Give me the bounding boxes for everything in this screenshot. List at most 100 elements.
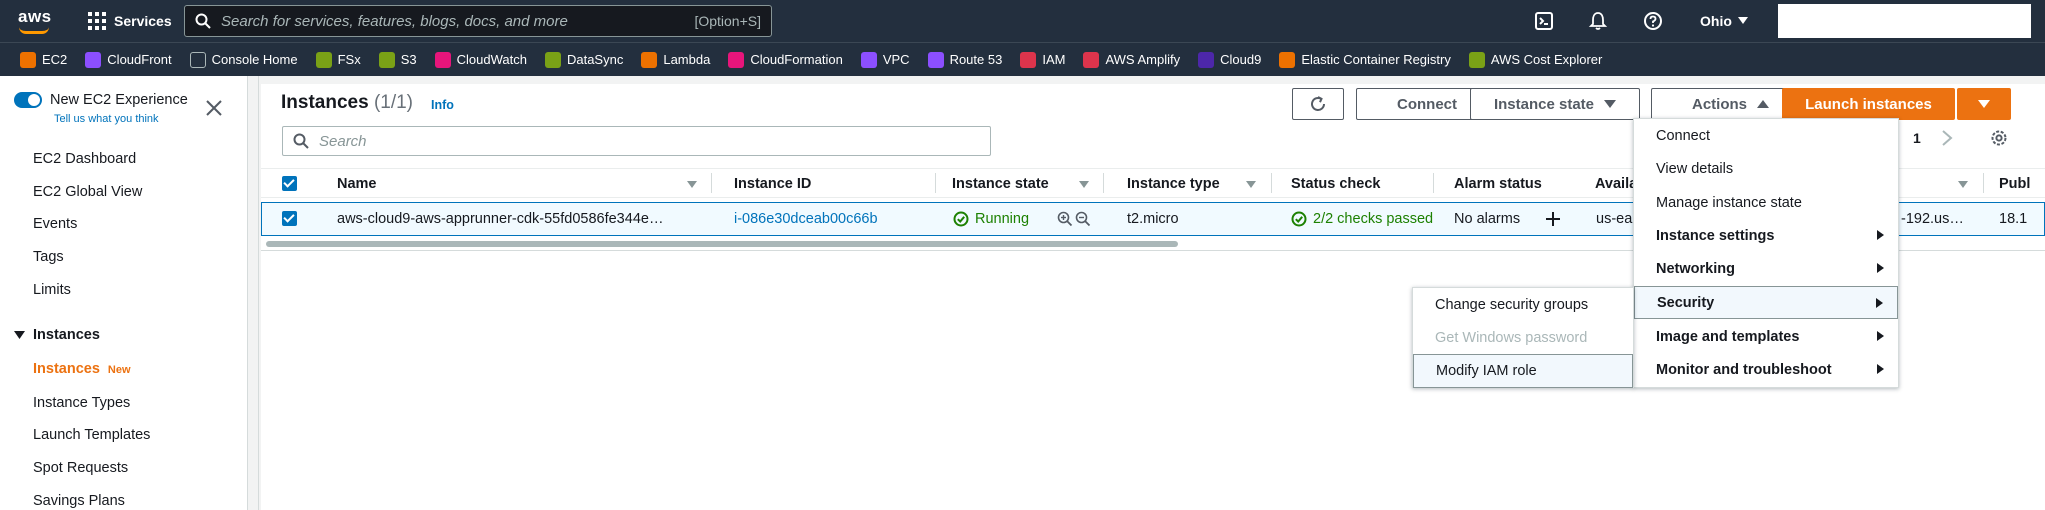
caret-up-icon (1757, 99, 1769, 108)
column-header-instance-type[interactable]: Instance type (1127, 176, 1220, 192)
favorite-amplify[interactable]: AWS Amplify (1083, 51, 1180, 68)
menu-item-label: Instance settings (1656, 227, 1775, 244)
column-header-status-check[interactable]: Status check (1291, 176, 1380, 192)
sidebar-item-limits[interactable]: Limits (33, 282, 71, 298)
column-header-alarm-status[interactable]: Alarm status (1454, 176, 1542, 192)
column-divider[interactable] (935, 173, 936, 193)
column-divider[interactable] (1433, 173, 1434, 193)
instance-type: t2.micro (1127, 211, 1179, 227)
favorite-route53[interactable]: Route 53 (927, 51, 1003, 68)
account-menu[interactable] (1778, 4, 2031, 38)
sidebar-item-tags[interactable]: Tags (33, 249, 64, 265)
menu-item-modify-iam-role[interactable]: Modify IAM role (1413, 354, 1633, 388)
new-experience-toggle[interactable] (14, 92, 42, 108)
instance-search[interactable] (282, 126, 991, 156)
sidebar-item-ec2-global-view[interactable]: EC2 Global View (33, 184, 142, 200)
menu-item-view-details[interactable]: View details (1634, 152, 1898, 185)
close-icon[interactable] (204, 98, 224, 118)
sidebar-item-ec2-dashboard[interactable]: EC2 Dashboard (33, 151, 136, 167)
sidebar-item-events[interactable]: Events (33, 216, 77, 232)
row-checkbox[interactable] (282, 211, 297, 226)
menu-item-connect[interactable]: Connect (1634, 119, 1898, 152)
bell-icon[interactable] (1588, 11, 1608, 31)
column-header-instance-id[interactable]: Instance ID (734, 176, 811, 192)
cloudshell-icon[interactable] (1534, 11, 1554, 31)
launch-dropdown-button[interactable] (1957, 88, 2011, 120)
sidebar-item-instance-types[interactable]: Instance Types (33, 395, 130, 411)
favorite-label: Lambda (663, 52, 711, 67)
favorite-cost-explorer[interactable]: AWS Cost Explorer (1468, 51, 1603, 68)
zoom-out-icon[interactable] (1075, 211, 1091, 227)
sidebar-item-launch-templates[interactable]: Launch Templates (33, 427, 150, 443)
chevron-right-icon[interactable] (1939, 128, 1955, 148)
column-divider[interactable] (1983, 173, 1984, 193)
plus-icon[interactable] (1545, 211, 1561, 227)
instance-state-button[interactable]: Instance state (1470, 88, 1640, 120)
favorite-datasync[interactable]: DataSync (544, 51, 623, 68)
actions-button-label: Actions (1691, 95, 1747, 113)
launch-instances-button[interactable]: Launch instances (1782, 88, 1955, 120)
instance-search-input[interactable] (319, 132, 980, 150)
favorite-vpc[interactable]: VPC (860, 51, 910, 68)
favorite-cloudwatch[interactable]: CloudWatch (434, 51, 527, 68)
global-search[interactable]: [Option+S] (184, 5, 772, 37)
favorite-label: VPC (882, 52, 910, 67)
cost-explorer-icon (1468, 51, 1485, 68)
sidebar-item-savings-plans[interactable]: Savings Plans (33, 493, 125, 509)
page-number[interactable]: 1 (1913, 130, 1921, 146)
scrollbar-thumb[interactable] (266, 241, 1178, 247)
sort-icon[interactable] (1079, 181, 1089, 188)
column-header-instance-state[interactable]: Instance state (952, 176, 1049, 192)
refresh-button[interactable] (1292, 88, 1344, 120)
favorite-cloudfront[interactable]: CloudFront (85, 51, 172, 68)
gear-icon[interactable] (1989, 128, 2009, 148)
caret-right-icon (1877, 230, 1884, 240)
favorite-fsx[interactable]: FSx (315, 51, 361, 68)
favorite-ecr[interactable]: Elastic Container Registry (1279, 51, 1451, 68)
column-header-public-ip[interactable]: Publ (1999, 176, 2030, 192)
check-circle-icon (1291, 211, 1307, 227)
sort-icon[interactable] (1958, 181, 1968, 188)
column-header-name[interactable]: Name (337, 176, 377, 192)
sidebar-item-spot-requests[interactable]: Spot Requests (33, 460, 128, 476)
menu-item-get-windows-password: Get Windows password (1413, 321, 1633, 354)
favorite-console-home[interactable]: Console Home (189, 51, 298, 68)
column-divider[interactable] (1103, 173, 1104, 193)
favorite-lambda[interactable]: Lambda (641, 51, 711, 68)
column-header-availability-zone[interactable]: Availa (1595, 176, 1637, 192)
aws-logo[interactable]: aws (16, 6, 54, 36)
sidebar-item-instances[interactable]: Instances New (33, 361, 131, 377)
sidebar-scrollbar[interactable] (249, 76, 259, 510)
sort-icon[interactable] (1246, 181, 1256, 188)
favorite-label: AWS Cost Explorer (1490, 52, 1603, 67)
column-divider[interactable] (711, 173, 712, 193)
menu-item-manage-instance-state[interactable]: Manage instance state (1634, 186, 1898, 219)
info-link[interactable]: Info (431, 98, 454, 112)
favorite-cloudformation[interactable]: CloudFormation (728, 51, 843, 68)
region-selector[interactable]: Ohio (1700, 0, 1748, 42)
zoom-in-icon[interactable] (1057, 211, 1073, 227)
favorite-label: FSx (337, 52, 361, 67)
favorite-iam[interactable]: IAM (1020, 51, 1065, 68)
favorite-ec2[interactable]: EC2 (20, 51, 67, 68)
favorite-cloud9[interactable]: Cloud9 (1198, 51, 1261, 68)
favorite-label: Route 53 (949, 52, 1003, 67)
feedback-link[interactable]: Tell us what you think (54, 113, 159, 125)
help-icon[interactable] (1643, 11, 1663, 31)
connect-button-label: Connect (1397, 95, 1457, 113)
favorite-s3[interactable]: S3 (378, 51, 417, 68)
global-search-input[interactable] (221, 12, 695, 30)
services-menu-button[interactable]: Services (88, 0, 172, 42)
menu-item-instance-settings[interactable]: Instance settings (1634, 219, 1898, 252)
menu-item-image-and-templates[interactable]: Image and templates (1634, 320, 1898, 353)
menu-item-networking[interactable]: Networking (1634, 252, 1898, 285)
menu-item-change-security-groups[interactable]: Change security groups (1413, 288, 1633, 321)
menu-item-security[interactable]: Security (1634, 286, 1898, 319)
column-divider[interactable] (1271, 173, 1272, 193)
select-all-checkbox[interactable] (282, 176, 297, 191)
sort-icon[interactable] (687, 181, 697, 188)
menu-item-monitor-and-troubleshoot[interactable]: Monitor and troubleshoot (1634, 353, 1898, 386)
instance-id-link[interactable]: i-086e30dceab00c66b (734, 211, 878, 227)
sidebar-section-instances[interactable]: Instances (14, 327, 100, 343)
favorite-label: CloudFront (107, 52, 172, 67)
